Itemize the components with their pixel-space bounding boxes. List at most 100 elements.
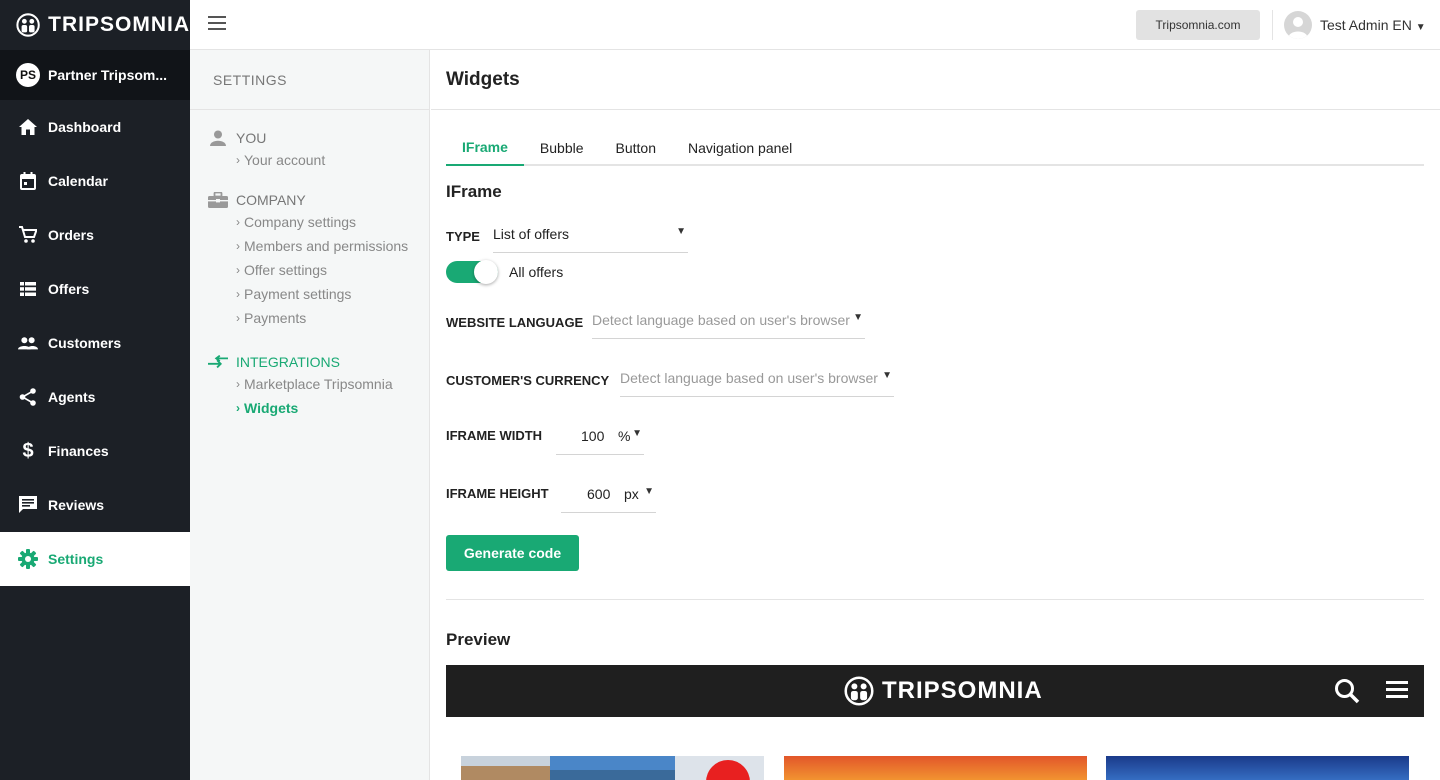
preview-logo: TRIPSOMNIA (844, 676, 1043, 706)
settings-section-you: YOU › Your account (190, 128, 429, 172)
offer-image (461, 756, 764, 780)
customer-currency-label: CUSTOMER'S CURRENCY (446, 373, 610, 388)
preview-header: TRIPSOMNIA (446, 665, 1424, 717)
cart-icon (18, 225, 38, 245)
top-bar: Tripsomnia.com Test Admin EN ▼ (190, 0, 1440, 50)
partner-switcher[interactable]: PS Partner Tripsom... (0, 50, 190, 100)
brand-name: TRIPSOMNIA (48, 13, 190, 36)
nav-item-label: Offers (48, 281, 90, 297)
caret-down-icon: ▼ (644, 486, 654, 497)
iframe-width-unit: % (618, 428, 631, 444)
caret-down-icon: ▼ (676, 226, 686, 237)
nav-item-label: Finances (48, 443, 109, 459)
settings-link-payments[interactable]: › Payments (208, 306, 429, 330)
nav-item-finances[interactable]: $ Finances (0, 424, 190, 478)
swap-arrows-icon (208, 355, 228, 369)
hamburger-menu-icon[interactable] (208, 16, 226, 30)
tripsomnia-logo-icon (16, 13, 40, 37)
iframe-width-label: IFRAME WIDTH (446, 428, 543, 443)
nav-item-agents[interactable]: Agents (0, 370, 190, 424)
nav-item-orders[interactable]: Orders (0, 208, 190, 262)
iframe-height-value: 600 (587, 486, 611, 502)
website-language-label: WEBSITE LANGUAGE (446, 315, 584, 330)
divider (446, 599, 1424, 600)
customer-currency-select[interactable]: Detect language based on user's browser … (620, 361, 894, 397)
section-title: IFrame (446, 182, 502, 201)
caret-down-icon: ▼ (1415, 22, 1426, 33)
type-value: List of offers (493, 226, 570, 242)
iframe-height-field[interactable]: 600 px ▼ (561, 477, 656, 513)
nav-item-label: Reviews (48, 497, 105, 513)
caret-down-icon: ▼ (853, 312, 863, 323)
settings-section-integrations: INTEGRATIONS › Marketplace Tripsomnia › Wi… (190, 352, 429, 420)
iframe-height-unit: px (624, 486, 639, 502)
preview-title: Preview (446, 630, 511, 649)
nav-item-reviews[interactable]: Reviews (0, 478, 190, 532)
settings-link-your-account[interactable]: › Your account (208, 148, 429, 172)
section-title: INTEGRATIONS (236, 354, 340, 370)
tab-bubble[interactable]: Bubble (524, 130, 600, 166)
home-icon (18, 117, 38, 137)
settings-section-company: COMPANY › Company settings › Members and p… (190, 190, 429, 330)
nav-item-label: Orders (48, 227, 94, 243)
chevron-right-icon: › (236, 311, 240, 325)
main-sidebar: TRIPSOMNIA PS Partner Tripsom... Dashboa… (0, 0, 190, 780)
settings-link-widgets[interactable]: › Widgets (208, 396, 429, 420)
site-link-button[interactable]: Tripsomnia.com (1136, 10, 1260, 40)
toggle-label: All offers (509, 264, 564, 280)
preview-brand-name: TRIPSOMNIA (882, 677, 1043, 704)
user-avatar[interactable] (1284, 11, 1312, 39)
nav-item-label: Customers (48, 335, 122, 351)
nav-item-settings[interactable]: Settings (0, 532, 190, 586)
settings-link-company-settings[interactable]: › Company settings (208, 210, 429, 234)
chevron-right-icon: › (236, 377, 240, 391)
nav-item-label: Calendar (48, 173, 108, 189)
type-select[interactable]: List of offers ▼ (493, 217, 688, 253)
chevron-right-icon: › (236, 153, 240, 167)
page-title: Widgets (431, 50, 1440, 110)
settings-link-payment-settings[interactable]: › Payment settings (208, 282, 429, 306)
nav-item-offers[interactable]: Offers (0, 262, 190, 316)
chevron-right-icon: › (236, 239, 240, 253)
settings-header: SETTINGS (190, 50, 429, 110)
divider (1272, 10, 1273, 40)
tab-button[interactable]: Button (600, 130, 672, 166)
customer-currency-value: Detect language based on user's browser (620, 370, 878, 386)
section-title: YOU (236, 130, 267, 146)
brand-logo[interactable]: TRIPSOMNIA (0, 0, 190, 50)
user-menu[interactable]: Test Admin EN ▼ (1320, 17, 1426, 33)
website-language-select[interactable]: Detect language based on user's browser … (592, 303, 865, 339)
gear-icon (18, 549, 38, 569)
iframe-width-value: 100 (581, 428, 605, 444)
partner-name: Partner Tripsom... (48, 67, 168, 83)
search-icon[interactable] (1334, 678, 1360, 704)
nav-item-label: Dashboard (48, 119, 122, 135)
preview-offer-card[interactable] (784, 756, 1087, 780)
message-icon (18, 495, 38, 515)
nav-item-customers[interactable]: Customers (0, 316, 190, 370)
preview-offer-card[interactable] (461, 756, 764, 780)
nav-item-calendar[interactable]: Calendar (0, 154, 190, 208)
generate-code-button[interactable]: Generate code (446, 535, 579, 571)
nav-item-dashboard[interactable]: Dashboard (0, 100, 190, 154)
settings-link-marketplace[interactable]: › Marketplace Tripsomnia (208, 372, 429, 396)
settings-link-members[interactable]: › Members and permissions (208, 234, 429, 258)
iframe-width-field[interactable]: 100 % ▼ (556, 419, 644, 455)
tab-navigation-panel[interactable]: Navigation panel (672, 130, 808, 166)
settings-link-offer-settings[interactable]: › Offer settings (208, 258, 429, 282)
website-language-value: Detect language based on user's browser (592, 312, 850, 328)
chevron-right-icon: › (236, 263, 240, 277)
menu-icon[interactable] (1386, 679, 1408, 699)
share-icon (18, 387, 38, 407)
tab-iframe[interactable]: IFrame (446, 130, 524, 166)
caret-down-icon: ▼ (882, 370, 892, 381)
chevron-right-icon: › (236, 401, 240, 415)
chevron-right-icon: › (236, 215, 240, 229)
list-icon (18, 279, 38, 299)
main-content: Widgets IFrame Bubble Button Navigation … (431, 50, 1440, 780)
calendar-icon (18, 171, 38, 191)
preview-offer-card[interactable] (1106, 756, 1409, 780)
toggle-knob (474, 260, 498, 284)
all-offers-toggle[interactable] (446, 260, 498, 284)
user-name: Test Admin EN (1320, 17, 1412, 33)
